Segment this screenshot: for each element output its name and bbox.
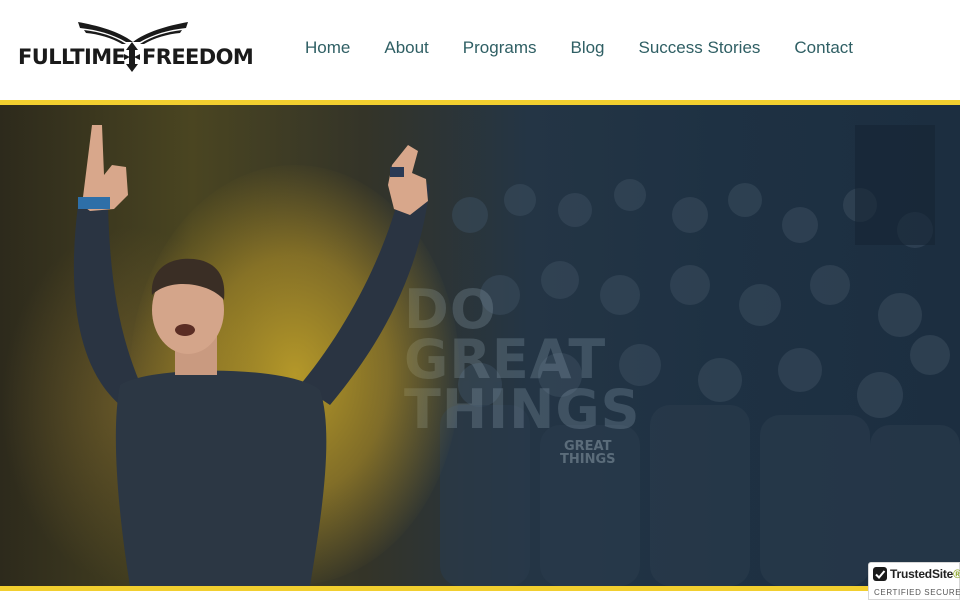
nav-programs[interactable]: Programs	[463, 38, 537, 58]
trustedsite-tm: ®	[953, 567, 960, 581]
nav-home[interactable]: Home	[305, 38, 350, 58]
trustedsite-badge[interactable]: TrustedSite® CERTIFIED SECURE	[868, 562, 960, 600]
speaker-image	[73, 125, 430, 586]
logo-text-left: FULLTIME	[18, 45, 126, 69]
wings-icon	[78, 22, 188, 44]
main-nav: Home About Programs Blog Success Stories…	[305, 38, 853, 58]
nav-contact[interactable]: Contact	[794, 38, 853, 58]
nav-blog[interactable]: Blog	[570, 38, 604, 58]
page-body-start	[0, 591, 960, 600]
nav-about[interactable]: About	[384, 38, 428, 58]
nav-success-stories[interactable]: Success Stories	[639, 38, 761, 58]
hero-banner: DO GREAT THINGS GREAT THINGS	[0, 105, 960, 586]
logo-text-right: FREEDOM	[142, 45, 254, 69]
site-logo[interactable]: FULLTIME FREEDOM	[18, 16, 254, 82]
logo-emblem-icon	[124, 42, 140, 72]
site-header: FULLTIME FREEDOM Home About Programs Blo…	[0, 0, 960, 100]
check-icon	[873, 567, 887, 581]
trustedsite-brand: TrustedSite	[890, 567, 954, 581]
trustedsite-subtitle: CERTIFIED SECURE	[874, 588, 960, 597]
